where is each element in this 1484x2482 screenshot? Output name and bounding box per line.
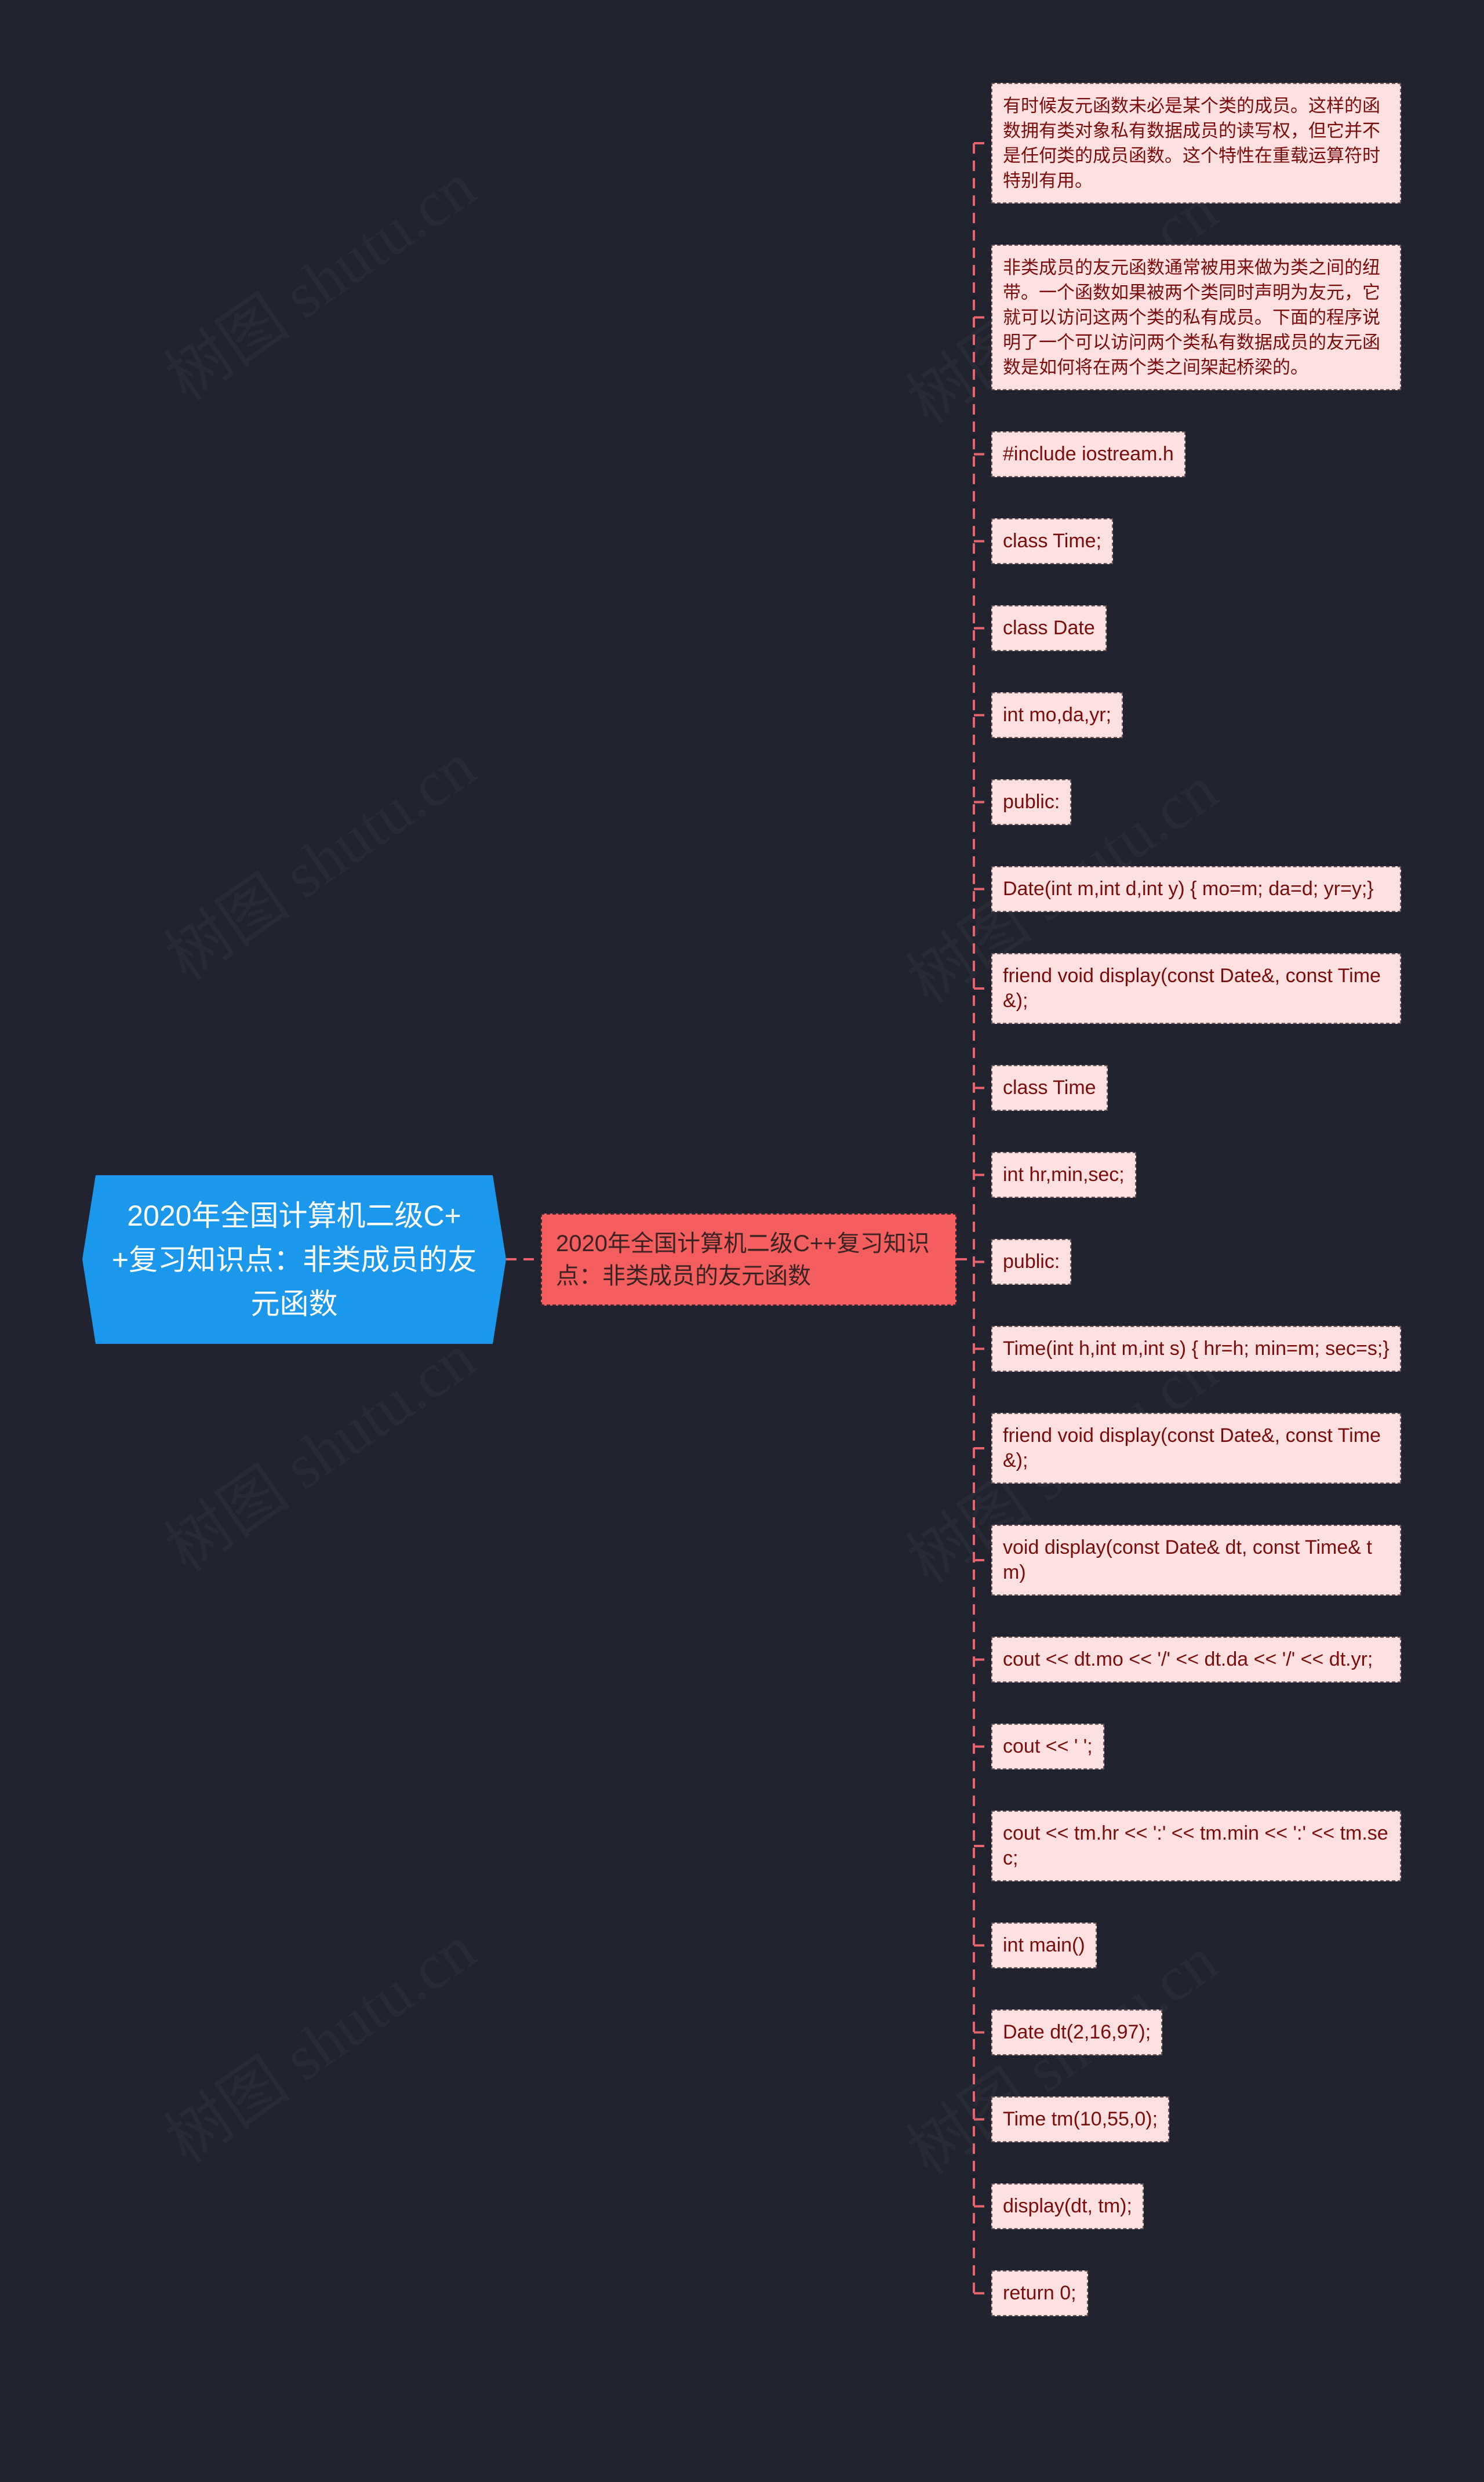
leaf-node-code[interactable]: return 0; [991,2270,1088,2316]
leaf-node-code[interactable]: display(dt, tm); [991,2183,1144,2229]
leaf-node-code[interactable]: class Date [991,605,1107,651]
leaf-node-code[interactable]: friend void display(const Date&, const T… [991,1413,1401,1484]
leaf-node-code[interactable]: Time(int h,int m,int s) { hr=h; min=m; s… [991,1326,1401,1372]
leaf-node-code[interactable]: Date dt(2,16,97); [991,2009,1163,2055]
leaf-node-intro-text[interactable]: 有时候友元函数未必是某个类的成员。这样的函数拥有类对象私有数据成员的读写权，但它… [991,83,1401,203]
watermark: 树图 shutu.cn [144,716,490,997]
watermark: 树图 shutu.cn [144,1307,490,1589]
leaf-node-code[interactable]: #include iostream.h [991,431,1185,477]
leaf-node-code[interactable]: public: [991,1239,1072,1285]
leaf-node-code[interactable]: class Time [991,1065,1108,1111]
leaf-node-code[interactable]: public: [991,779,1072,825]
watermark: 树图 shutu.cn [144,1899,490,2180]
leaf-node-code[interactable]: int main() [991,1923,1097,1968]
branch-topic-label: 2020年全国计算机二级C++复习知识点：非类成员的友元函数 [556,1230,930,1289]
leaf-node-code[interactable]: int mo,da,yr; [991,692,1123,738]
root-topic-label: 2020年全国计算机二级C++复习知识点：非类成员的友元函数 [111,1199,477,1320]
leaf-node-code[interactable]: friend void display(const Date&, const T… [991,953,1401,1024]
leaf-node-explanation-text[interactable]: 非类成员的友元函数通常被用来做为类之间的纽带。一个函数如果被两个类同时声明为友元… [991,245,1401,390]
leaf-node-code[interactable]: void display(const Date& dt, const Time&… [991,1525,1401,1596]
leaf-node-code[interactable]: Date(int m,int d,int y) { mo=m; da=d; yr… [991,866,1401,912]
leaf-node-code[interactable]: cout << tm.hr << ':' << tm.min << ':' <<… [991,1811,1401,1881]
leaf-node-code[interactable]: class Time; [991,518,1114,564]
leaf-topic-list: 有时候友元函数未必是某个类的成员。这样的函数拥有类对象私有数据成员的读写权，但它… [991,83,1401,2316]
branch-topic-node[interactable]: 2020年全国计算机二级C++复习知识点：非类成员的友元函数 [541,1213,956,1306]
watermark: 树图 shutu.cn [144,136,490,417]
leaf-node-code[interactable]: int hr,min,sec; [991,1152,1136,1198]
leaf-node-code[interactable]: cout << ' '; [991,1724,1104,1769]
leaf-node-code[interactable]: cout << dt.mo << '/' << dt.da << '/' << … [991,1637,1401,1682]
leaf-node-code[interactable]: Time tm(10,55,0); [991,2096,1170,2142]
root-topic-node[interactable]: 2020年全国计算机二级C++复习知识点：非类成员的友元函数 [82,1175,506,1344]
